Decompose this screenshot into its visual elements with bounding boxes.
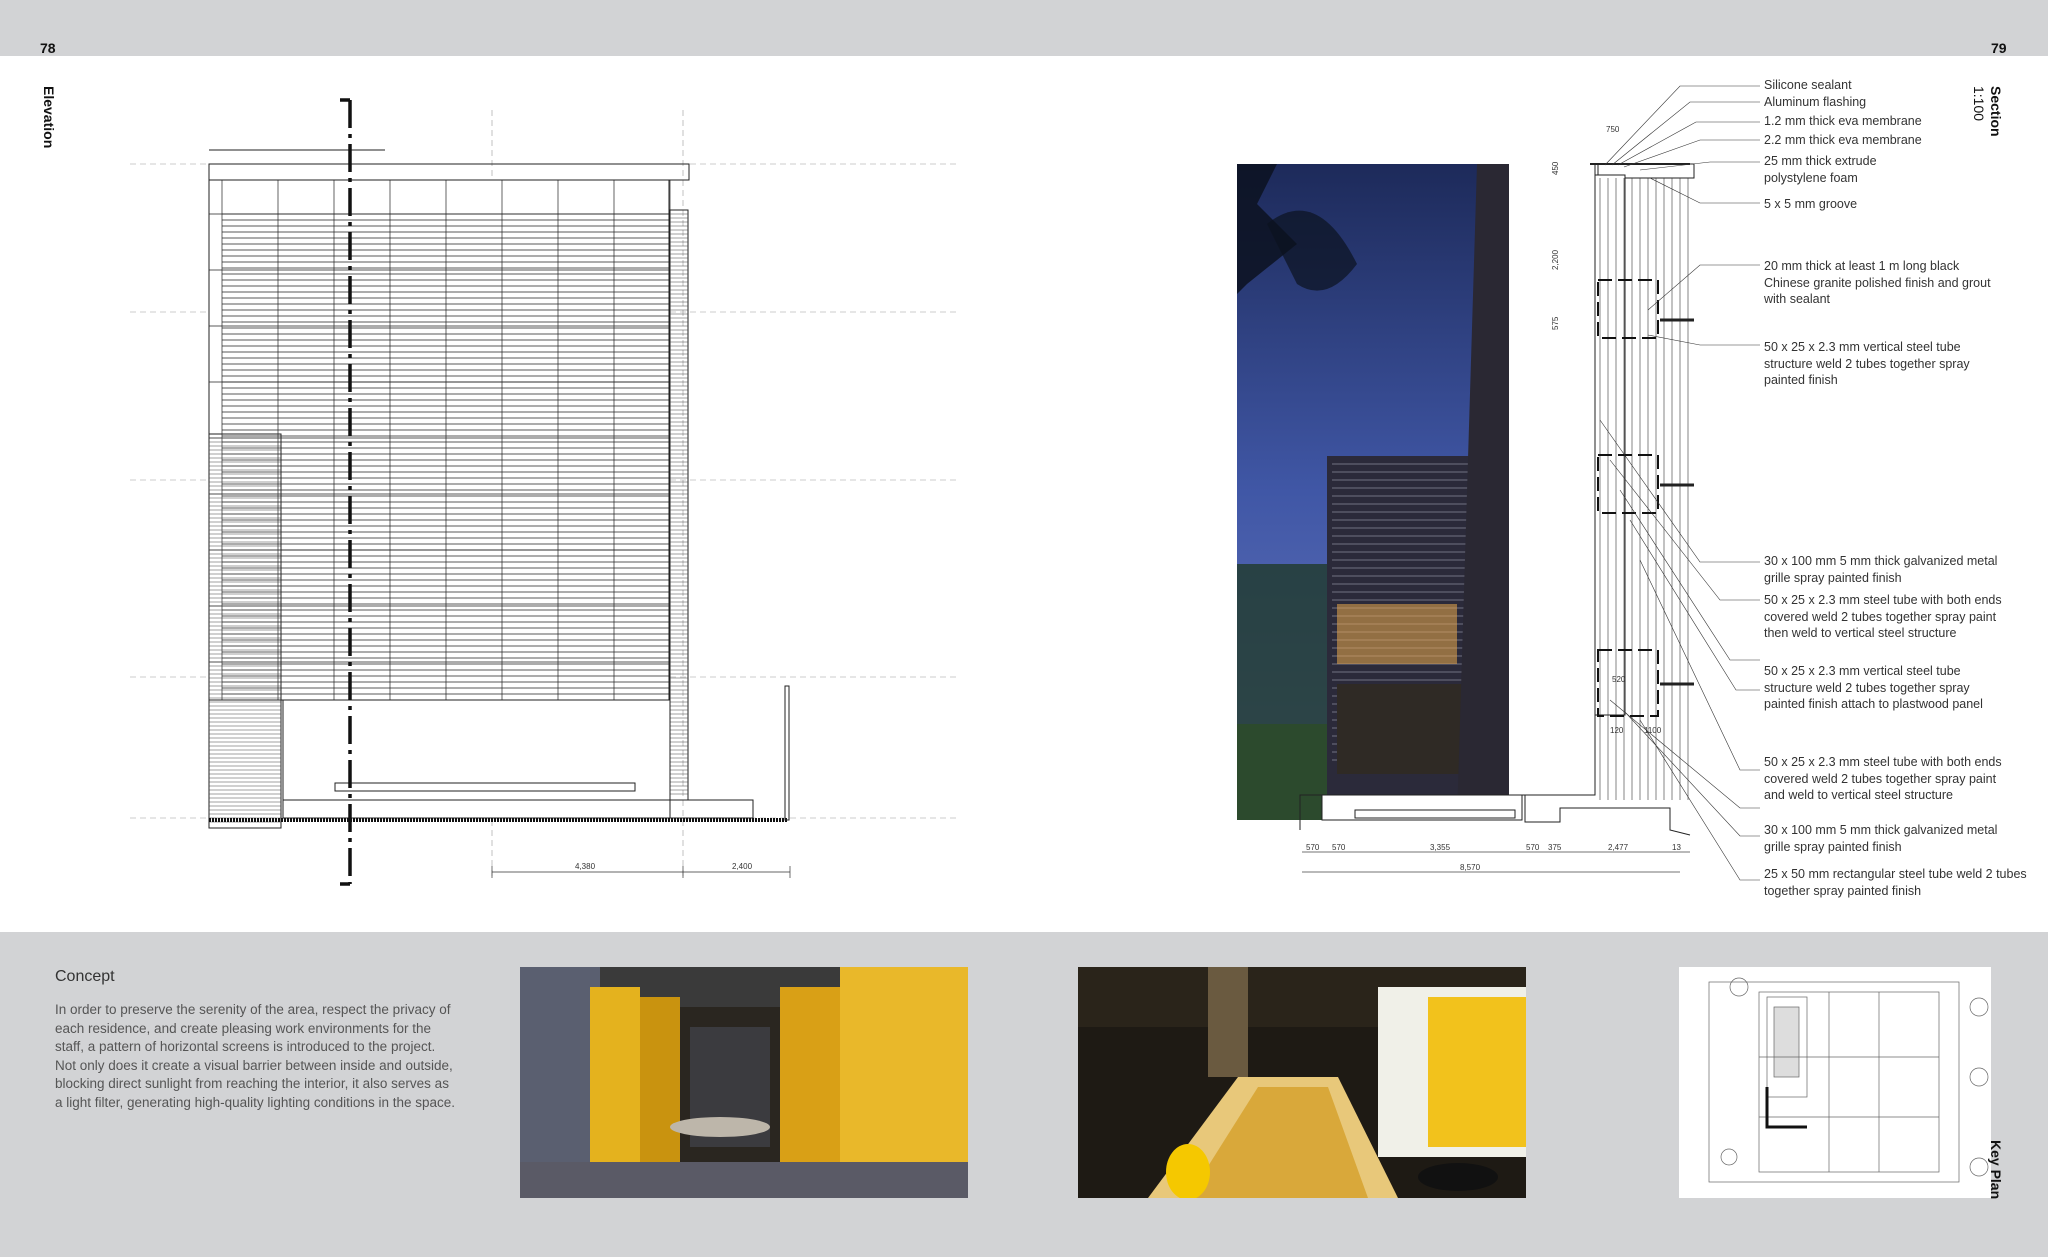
dim-sec-13: 520 <box>1612 675 1626 684</box>
page-number-left: 78 <box>40 40 56 56</box>
callout-8: 50 x 25 x 2.3 mm vertical steel tube str… <box>1764 340 1970 387</box>
callout-2: Aluminum flashing <box>1764 95 1867 109</box>
dim-sec-1: 570 <box>1306 843 1320 852</box>
concept-body: In order to preserve the serenity of the… <box>55 1002 456 1110</box>
callout-12: 50 x 25 x 2.3 mm steel tube with both en… <box>1764 755 2002 802</box>
key-plan-drawing <box>1679 967 1991 1198</box>
dim-sec-3: 3,355 <box>1430 843 1451 852</box>
dim-sec-2: 570 <box>1332 843 1346 852</box>
callout-1: Silicone sealant <box>1764 78 1852 92</box>
dim-sec-6: 2,477 <box>1608 843 1629 852</box>
dim-sec-4: 570 <box>1526 843 1540 852</box>
top-band <box>0 0 2048 56</box>
interior-photo-long-table <box>1078 967 1526 1198</box>
callout-5: 25 mm thick extrude polystylene foam <box>1764 154 1877 185</box>
key-plan-label: Key Plan <box>1988 1140 2004 1200</box>
interior-photo-meeting <box>520 967 968 1198</box>
callout-10: 50 x 25 x 2.3 mm steel tube with both en… <box>1764 593 2002 640</box>
dim-sec-14: 120 <box>1610 726 1624 735</box>
dim-sec-11: 2,200 <box>1551 249 1560 270</box>
callout-3: 1.2 mm thick eva membrane <box>1764 114 1922 128</box>
callout-13: 30 x 100 mm 5 mm thick galvanized metal … <box>1764 823 1998 854</box>
dim-sec-9: 750 <box>1606 125 1620 134</box>
dim-sec-12: 575 <box>1551 316 1560 330</box>
callout-6: 5 x 5 mm groove <box>1764 197 1858 211</box>
callout-14: 25 x 50 mm rectangular steel tube weld 2… <box>1764 867 2027 898</box>
concept-title: Concept <box>55 968 115 985</box>
dim-sec-10: 450 <box>1551 161 1560 175</box>
callout-11: 50 x 25 x 2.3 mm vertical steel tube str… <box>1764 664 1983 711</box>
dim-sec-7: 13 <box>1672 843 1681 852</box>
callout-9: 30 x 100 mm 5 mm thick galvanized metal … <box>1764 554 1998 585</box>
dim-sec-5: 375 <box>1548 843 1562 852</box>
callout-7: 20 mm thick at least 1 m long black Chin… <box>1764 259 1991 306</box>
page-number-right: 79 <box>1991 40 2007 56</box>
callout-4: 2.2 mm thick eva membrane <box>1764 133 1922 147</box>
section-drawing: 570 570 3,355 570 375 2,477 13 8,570 750… <box>1299 85 1760 881</box>
dim-sec-8: 8,570 <box>1460 863 1481 872</box>
